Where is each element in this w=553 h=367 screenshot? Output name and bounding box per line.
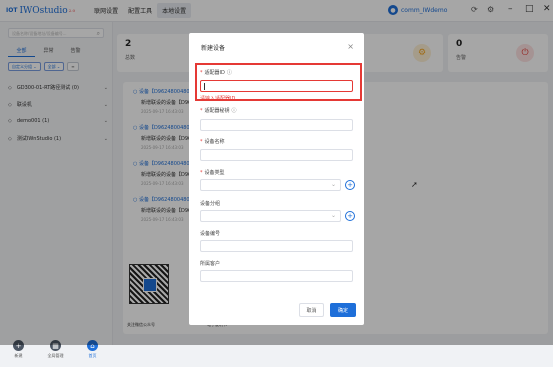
device-group-label: 设备分组 bbox=[200, 200, 220, 207]
chevron-down-icon: ⌄ bbox=[330, 181, 336, 188]
add-device-type-button[interactable]: + bbox=[345, 180, 355, 190]
customer-input[interactable] bbox=[200, 270, 353, 282]
customer-label: 所属客户 bbox=[200, 260, 220, 267]
field-label: 设备名称 bbox=[204, 139, 225, 145]
adapter-secret-label: * 适配器秘钥 ⓘ bbox=[200, 107, 237, 114]
dialog-title: 新建设备 bbox=[201, 45, 226, 52]
chevron-down-icon: ⌄ bbox=[330, 212, 336, 219]
device-number-input[interactable] bbox=[200, 240, 353, 252]
cancel-button[interactable]: 取消 bbox=[299, 303, 324, 317]
required-mark: * bbox=[200, 139, 203, 145]
nav-label: 新建 bbox=[14, 353, 23, 358]
confirm-button[interactable]: 确定 bbox=[330, 303, 356, 317]
device-group-select[interactable]: ⌄ bbox=[200, 210, 341, 222]
nav-label: 首页 bbox=[88, 353, 97, 358]
help-icon[interactable]: ⓘ bbox=[232, 108, 237, 114]
device-type-select[interactable]: ⌄ bbox=[200, 179, 341, 191]
close-icon[interactable]: × bbox=[347, 42, 354, 51]
required-mark: * bbox=[200, 170, 203, 176]
field-label: 设备类型 bbox=[204, 170, 225, 176]
adapter-secret-input[interactable] bbox=[200, 119, 353, 131]
device-number-label: 设备编号 bbox=[200, 230, 220, 237]
field-label: 所属客户 bbox=[200, 261, 221, 267]
field-label: 适配器秘钥 bbox=[204, 108, 230, 114]
device-name-input[interactable] bbox=[200, 149, 353, 161]
field-label: 设备分组 bbox=[200, 201, 221, 207]
device-name-label: * 设备名称 bbox=[200, 138, 225, 145]
error-highlight-box bbox=[195, 63, 362, 101]
nav-label: 全局管理 bbox=[47, 353, 64, 358]
required-mark: * bbox=[200, 108, 203, 114]
device-type-label: * 设备类型 bbox=[200, 169, 225, 176]
add-device-group-button[interactable]: + bbox=[345, 211, 355, 221]
field-label: 设备编号 bbox=[200, 231, 221, 237]
